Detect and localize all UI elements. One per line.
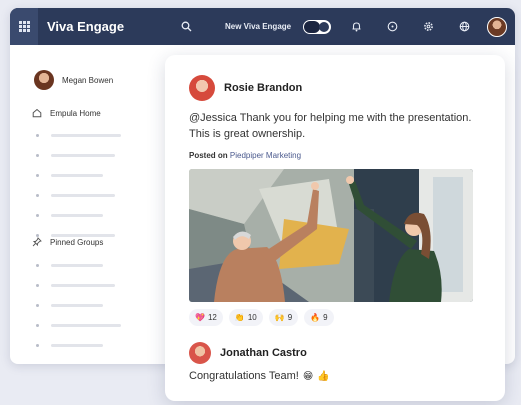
reaction-bar: 💖 12 👏 10 🙌 9 🔥 9 bbox=[189, 309, 340, 326]
sidebar-user[interactable]: Megan Bowen bbox=[34, 70, 113, 90]
post-author[interactable]: Rosie Brandon bbox=[224, 82, 302, 94]
post-header: Rosie Brandon bbox=[189, 75, 302, 101]
comment-body: Congratulations Team! bbox=[189, 370, 299, 382]
clap-icon: 👏 bbox=[234, 313, 245, 322]
post-card: Rosie Brandon @Jessica Thank you for hel… bbox=[165, 55, 505, 401]
bell-icon bbox=[352, 22, 361, 32]
app-title: Viva Engage bbox=[47, 19, 125, 34]
sidebar-item-label: Empula Home bbox=[50, 108, 101, 118]
sidebar-item-pinned-groups[interactable]: Pinned Groups bbox=[32, 237, 103, 247]
globe-icon bbox=[459, 21, 469, 32]
reaction-count: 9 bbox=[287, 313, 293, 322]
comment-header: Jonathan Castro bbox=[189, 342, 307, 364]
reaction-count: 12 bbox=[207, 313, 217, 322]
raised-hands-icon: 🙌 bbox=[274, 313, 285, 322]
avatar[interactable] bbox=[189, 75, 215, 101]
pinned-items-placeholder bbox=[36, 255, 121, 355]
home-icon bbox=[32, 108, 42, 118]
fire-icon: 🔥 bbox=[310, 313, 321, 322]
photo-image bbox=[189, 169, 473, 302]
help-button[interactable] bbox=[381, 16, 403, 38]
reaction-fire[interactable]: 🔥 9 bbox=[304, 309, 334, 326]
home-items-placeholder bbox=[36, 125, 121, 245]
user-name: Megan Bowen bbox=[62, 75, 114, 85]
app-launcher-button[interactable] bbox=[10, 8, 38, 45]
comment-author[interactable]: Jonathan Castro bbox=[220, 347, 307, 359]
search-icon bbox=[181, 21, 191, 32]
help-icon bbox=[387, 21, 397, 32]
reaction-love[interactable]: 💖 12 bbox=[189, 309, 223, 326]
reaction-count: 10 bbox=[247, 313, 257, 322]
avatar[interactable] bbox=[189, 342, 211, 364]
search-button[interactable] bbox=[175, 16, 197, 38]
posted-on-label: Posted on bbox=[189, 151, 228, 160]
new-viva-engage-toggle[interactable] bbox=[303, 19, 332, 34]
settings-button[interactable] bbox=[417, 16, 439, 38]
new-viva-engage-label: New Viva Engage bbox=[225, 22, 292, 31]
post-text: @Jessica Thank you for helping me with t… bbox=[189, 112, 472, 140]
notifications-button[interactable] bbox=[345, 16, 367, 38]
sidebar-item-label: Pinned Groups bbox=[50, 237, 104, 247]
top-bar: Viva Engage New Viva Engage bbox=[10, 8, 515, 45]
avatar bbox=[34, 70, 54, 90]
sidebar: Megan Bowen Empula Home Pinned Groups bbox=[10, 45, 170, 364]
pin-icon bbox=[32, 237, 42, 247]
heart-icon: 💖 bbox=[195, 313, 205, 322]
reaction-celebrate[interactable]: 🙌 9 bbox=[268, 309, 299, 326]
profile-avatar[interactable] bbox=[487, 16, 508, 37]
language-button[interactable] bbox=[453, 16, 475, 38]
posted-on: Posted on Piedpiper Marketing bbox=[189, 151, 301, 160]
post-photo[interactable] bbox=[189, 169, 473, 302]
thumbs-up-icon: 👍 bbox=[317, 370, 330, 382]
reaction-count: 9 bbox=[323, 313, 328, 322]
gear-icon bbox=[423, 22, 433, 31]
sidebar-item-home[interactable]: Empula Home bbox=[32, 108, 101, 118]
grin-emoji-icon: 😁 bbox=[302, 370, 314, 382]
group-link[interactable]: Piedpiper Marketing bbox=[230, 151, 301, 160]
reaction-clap[interactable]: 👏 10 bbox=[228, 309, 263, 326]
comment-text: Congratulations Team! 😁 👍 bbox=[189, 370, 330, 382]
waffle-icon bbox=[18, 21, 30, 32]
